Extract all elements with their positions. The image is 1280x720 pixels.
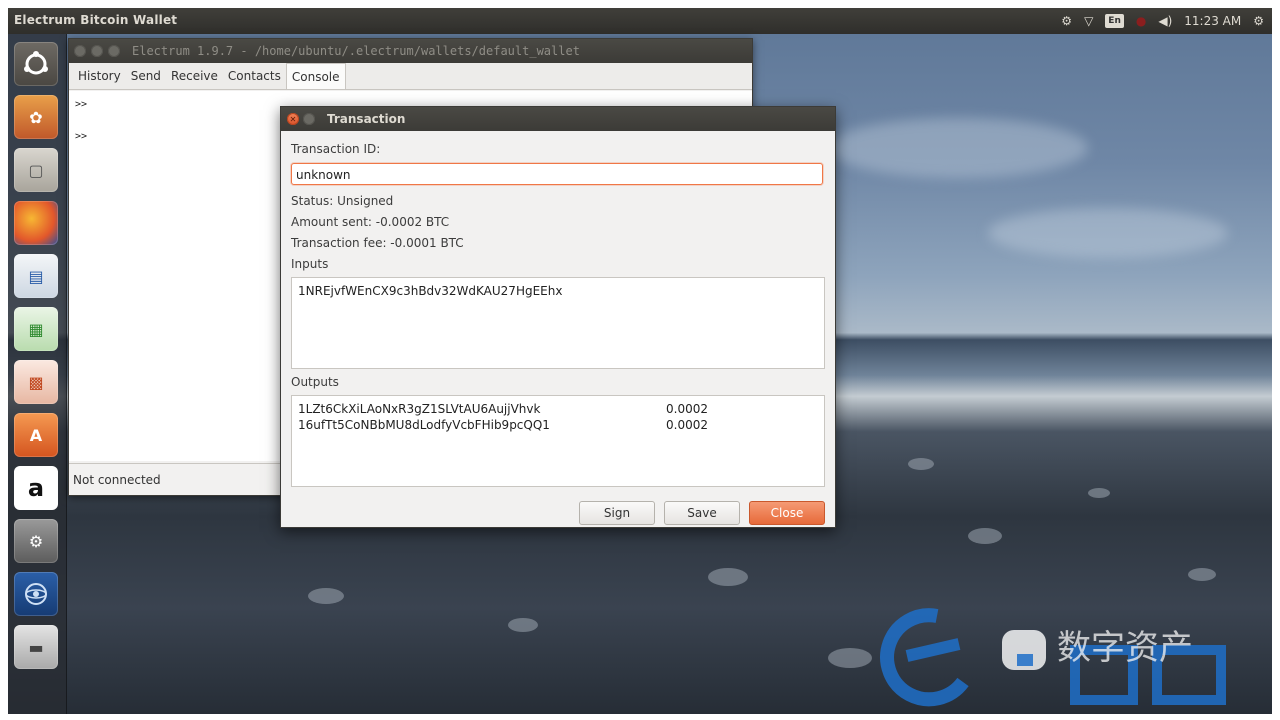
close-window-icon[interactable]: [74, 45, 86, 57]
scanner-icon[interactable]: ▬: [14, 625, 58, 669]
launcher: ✿ ▢ ▤ ▦ ▩ A a ⚙ ▬: [8, 34, 67, 714]
writer-icon[interactable]: ▤: [14, 254, 58, 298]
top-panel: Electrum Bitcoin Wallet ⚙ ▽ En ● ◀) 11:2…: [8, 8, 1272, 34]
active-app-title: Electrum Bitcoin Wallet: [14, 13, 178, 27]
system-tray: ⚙ ▽ En ● ◀) 11:23 AM ⚙: [1061, 11, 1264, 31]
watermark-logo: 数字资产: [867, 598, 1262, 708]
pebble: [968, 528, 1002, 544]
tab-send[interactable]: Send: [126, 63, 166, 89]
firefox-icon[interactable]: [14, 201, 58, 245]
transaction-dialog: ✕ Transaction Transaction ID: unknown St…: [280, 106, 836, 528]
status-text: Status: Unsigned: [291, 194, 394, 208]
calc-icon[interactable]: ▦: [14, 307, 58, 351]
cloud: [828, 118, 1088, 178]
inputs-list[interactable]: 1NREjvfWEnCX9c3hBdv32WdKAU27HgEEhx: [291, 277, 825, 369]
connection-status: Not connected: [73, 473, 161, 487]
output-address: 1LZt6CkXiLAoNxR3gZ1SLVtAU6AujjVhvk: [298, 402, 541, 416]
sign-button[interactable]: Sign: [579, 501, 655, 525]
network-icon[interactable]: ▽: [1084, 11, 1093, 31]
txid-field[interactable]: unknown: [291, 163, 823, 185]
pebble: [908, 458, 934, 470]
save-button[interactable]: Save: [664, 501, 740, 525]
minimize-dialog-icon[interactable]: [303, 113, 315, 125]
console-prompt: >>: [75, 131, 88, 142]
pebble: [708, 568, 748, 586]
maximize-window-icon[interactable]: [108, 45, 120, 57]
txid-label: Transaction ID:: [291, 142, 381, 156]
amount-sent-text: Amount sent: -0.0002 BTC: [291, 215, 450, 229]
output-amount: 0.0002: [666, 402, 708, 416]
electrum-icon[interactable]: [14, 572, 58, 616]
outputs-list[interactable]: 1LZt6CkXiLAoNxR3gZ1SLVtAU6AujjVhvk 0.000…: [291, 395, 825, 487]
output-amount: 0.0002: [666, 418, 708, 432]
pebble: [508, 618, 538, 632]
pebble: [308, 588, 344, 604]
ubuntu-dash-icon[interactable]: [14, 42, 58, 86]
software-center-icon[interactable]: A: [14, 413, 58, 457]
dialog-title: Transaction: [327, 112, 406, 126]
pebble: [828, 648, 872, 668]
desktop: Electrum Bitcoin Wallet ⚙ ▽ En ● ◀) 11:2…: [8, 8, 1272, 714]
photos-icon[interactable]: ✿: [14, 95, 58, 139]
output-address: 16ufTt5CoNBbMU8dLodfyVcbFHib9pcQQ1: [298, 418, 550, 432]
electrum-titlebar[interactable]: Electrum 1.9.7 - /home/ubuntu/.electrum/…: [69, 39, 752, 63]
electrum-window-title: Electrum 1.9.7 - /home/ubuntu/.electrum/…: [132, 44, 580, 58]
minimize-window-icon[interactable]: [91, 45, 103, 57]
close-dialog-icon[interactable]: ✕: [287, 113, 299, 125]
dialog-titlebar[interactable]: ✕ Transaction: [281, 107, 835, 131]
inputs-label: Inputs: [291, 257, 329, 271]
mail-icon[interactable]: ●: [1136, 11, 1146, 31]
tab-receive[interactable]: Receive: [166, 63, 223, 89]
tab-history[interactable]: History: [73, 63, 126, 89]
electrum-tabs: History Send Receive Contacts Console: [69, 63, 752, 90]
keyboard-layout-indicator[interactable]: En: [1105, 14, 1124, 28]
cloud: [988, 208, 1228, 258]
pebble: [1088, 488, 1110, 498]
fee-text: Transaction fee: -0.0001 BTC: [291, 236, 464, 250]
tab-contacts[interactable]: Contacts: [223, 63, 286, 89]
amazon-icon[interactable]: a: [14, 466, 58, 510]
pebble: [1188, 568, 1216, 581]
sync-icon[interactable]: ⚙: [1061, 11, 1072, 31]
files-icon[interactable]: ▢: [14, 148, 58, 192]
system-settings-icon[interactable]: ⚙: [14, 519, 58, 563]
clock[interactable]: 11:23 AM: [1184, 11, 1241, 31]
table-row[interactable]: 16ufTt5CoNBbMU8dLodfyVcbFHib9pcQQ1 0.000…: [298, 418, 818, 432]
session-gear-icon[interactable]: ⚙: [1253, 11, 1264, 31]
impress-icon[interactable]: ▩: [14, 360, 58, 404]
list-item[interactable]: 1NREjvfWEnCX9c3hBdv32WdKAU27HgEEhx: [298, 284, 562, 298]
table-row[interactable]: 1LZt6CkXiLAoNxR3gZ1SLVtAU6AujjVhvk 0.000…: [298, 402, 818, 416]
console-prompt: >>: [75, 99, 88, 110]
outputs-label: Outputs: [291, 375, 339, 389]
tab-console[interactable]: Console: [285, 63, 346, 89]
volume-icon[interactable]: ◀): [1158, 11, 1172, 31]
close-button[interactable]: Close: [749, 501, 825, 525]
watermark-text: 数字资产: [1057, 628, 1193, 668]
